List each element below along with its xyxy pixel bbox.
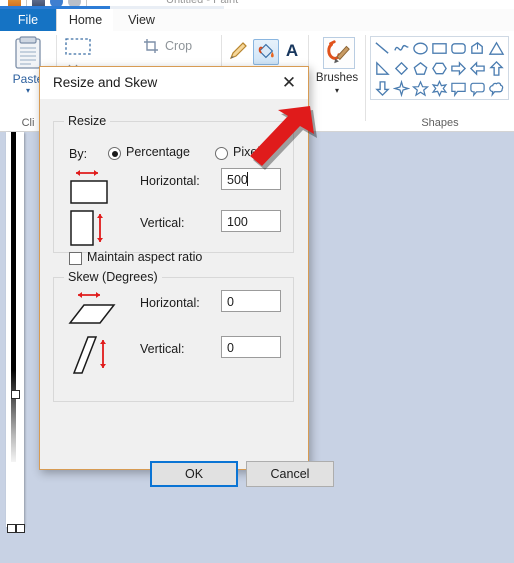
five-point-star-shape[interactable] — [411, 78, 430, 98]
tab-file[interactable]: File — [0, 9, 56, 31]
text-cursor — [247, 172, 248, 186]
vertical-skew-icon — [68, 332, 120, 381]
vertical-skew-input[interactable]: 0 — [221, 336, 281, 358]
select-button[interactable] — [65, 35, 91, 57]
ribbon-tab-bar: File Home View — [0, 9, 514, 31]
triangle-shape[interactable] — [487, 38, 506, 58]
maintain-aspect-ratio-checkbox[interactable] — [69, 252, 82, 265]
radio-pixels-label[interactable]: Pixels — [233, 145, 266, 159]
rounded-rectangle-shape[interactable] — [449, 38, 468, 58]
canvas-paper[interactable] — [6, 132, 24, 527]
fill-with-color-icon[interactable] — [253, 39, 279, 65]
crop-icon — [143, 38, 159, 54]
right-triangle-shape[interactable] — [373, 58, 392, 78]
cancel-button[interactable]: Cancel — [246, 461, 334, 487]
tab-view[interactable]: View — [113, 9, 170, 31]
skew-group-legend: Skew (Degrees) — [68, 270, 158, 284]
resize-vertical-label: Vertical: — [140, 216, 185, 230]
tab-bar-filler — [170, 9, 514, 31]
vertical-resize-icon — [68, 208, 116, 253]
chevron-down-icon[interactable]: ▾ — [309, 86, 365, 95]
rectangular-callout-shape[interactable] — [449, 78, 468, 98]
maintain-aspect-ratio-label[interactable]: Maintain aspect ratio — [87, 250, 202, 264]
shapes-group-label: Shapes — [421, 117, 459, 129]
dialog-titlebar: Resize and Skew ✕ — [40, 67, 308, 99]
resize-group-legend: Resize — [68, 114, 107, 128]
bottom-middle-handle[interactable] — [16, 524, 25, 533]
resize-and-skew-dialog: Resize and Skew ✕ Resize By: Percentage … — [39, 66, 334, 487]
right-arrow-shape[interactable] — [449, 58, 468, 78]
tab-home[interactable]: Home — [56, 9, 115, 31]
canvas-content — [11, 132, 16, 462]
polygon-shape[interactable] — [468, 38, 487, 58]
oval-shape[interactable] — [411, 38, 430, 58]
up-arrow-shape[interactable] — [487, 58, 506, 78]
skew-horizontal-label: Horizontal: — [140, 296, 200, 310]
horizontal-resize-input[interactable]: 500 — [221, 168, 281, 190]
by-label: By: — [69, 147, 88, 161]
paintbrush-icon[interactable] — [323, 37, 355, 69]
radio-percentage[interactable] — [108, 147, 121, 160]
crop-label: Crop — [165, 39, 193, 53]
dialog-title: Resize and Skew — [53, 75, 158, 90]
rounded-callout-shape[interactable] — [468, 78, 487, 98]
skew-vertical-label: Vertical: — [140, 342, 185, 356]
resize-horizontal-label: Horizontal: — [140, 174, 200, 188]
curve-shape[interactable] — [392, 38, 411, 58]
canvas-area[interactable] — [6, 132, 28, 533]
radio-pixels[interactable] — [215, 147, 228, 160]
close-icon[interactable]: ✕ — [270, 67, 308, 97]
rectangle-shape[interactable] — [430, 38, 449, 58]
ribbon-group-brushes: Brushes ▾ — [309, 31, 365, 131]
left-middle-handle[interactable] — [11, 390, 20, 399]
horizontal-resize-icon — [68, 165, 116, 210]
cloud-callout-shape[interactable] — [487, 78, 506, 98]
down-arrow-shape[interactable] — [373, 78, 392, 98]
brushes-button[interactable]: Brushes — [309, 72, 365, 84]
line-shape[interactable] — [373, 38, 392, 58]
dialog-body: Resize By: Percentage Pixels Horizontal:… — [40, 99, 334, 487]
vertical-resize-input[interactable]: 100 — [221, 210, 281, 232]
four-point-star-shape[interactable] — [392, 78, 411, 98]
selection-marquee-icon — [65, 38, 91, 55]
horizontal-skew-icon — [68, 287, 120, 334]
six-point-star-shape[interactable] — [430, 78, 449, 98]
text-tool-icon[interactable]: A — [280, 39, 304, 63]
pentagon-shape[interactable] — [411, 58, 430, 78]
clipboard-icon — [13, 36, 43, 70]
pencil-icon[interactable] — [226, 39, 250, 63]
bottom-left-handle[interactable] — [7, 524, 16, 533]
shapes-gallery[interactable] — [370, 36, 509, 100]
quick-access-toolbar: Untitled - Paint — [0, 0, 514, 9]
left-arrow-shape[interactable] — [468, 58, 487, 78]
radio-percentage-label[interactable]: Percentage — [126, 145, 190, 159]
diamond-shape[interactable] — [392, 58, 411, 78]
ribbon-group-shapes: Shapes — [366, 31, 514, 131]
horizontal-skew-input[interactable]: 0 — [221, 290, 281, 312]
ok-button[interactable]: OK — [150, 461, 238, 487]
hexagon-shape[interactable] — [430, 58, 449, 78]
crop-button[interactable]: Crop — [143, 35, 192, 57]
